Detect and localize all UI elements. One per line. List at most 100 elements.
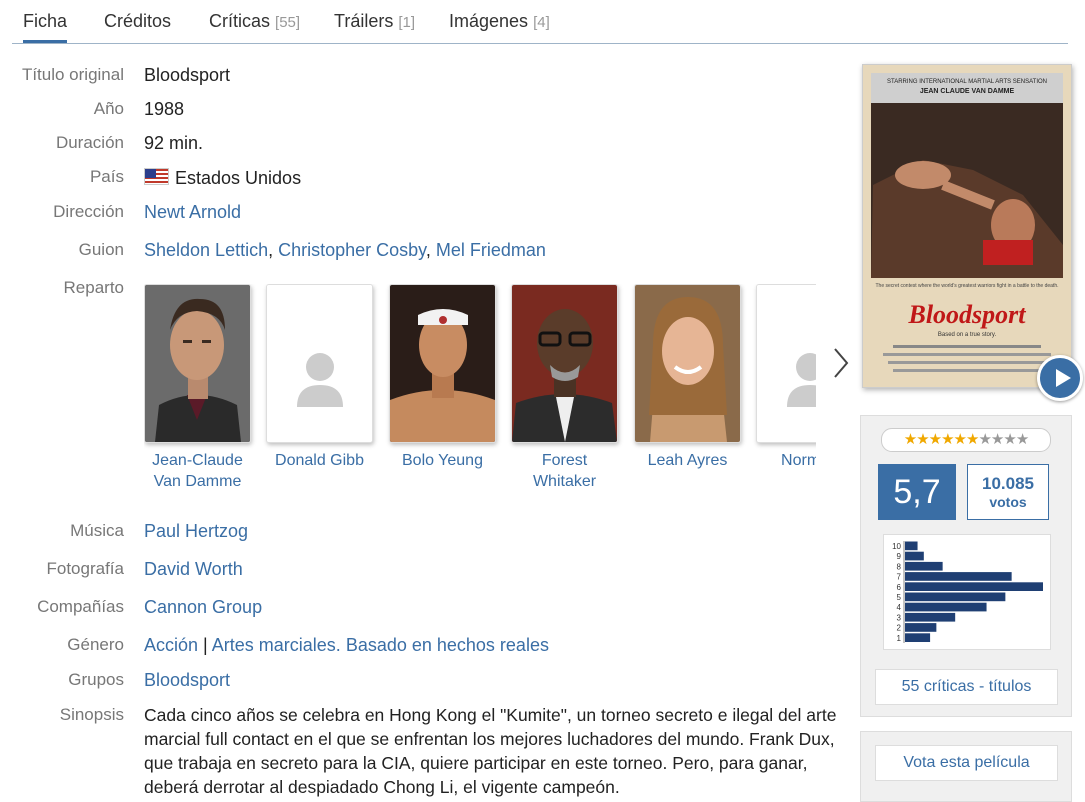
star-icon: ★ — [941, 431, 954, 448]
music-label: Música — [70, 521, 124, 540]
cast-photo[interactable] — [144, 284, 251, 443]
histogram-bar — [905, 561, 943, 571]
tab-creditos[interactable]: Créditos — [104, 11, 171, 32]
photography-link[interactable]: David Worth — [144, 559, 243, 579]
cast-member[interactable]: Forest Whitaker — [511, 284, 618, 492]
cast-name[interactable]: Whitaker — [511, 471, 618, 492]
year-label: Año — [93, 99, 124, 118]
tab-ficha[interactable]: Ficha — [23, 11, 68, 43]
cast-name[interactable]: Leah Ayres — [634, 450, 741, 471]
cast-photo[interactable] — [389, 284, 496, 443]
cast-photo[interactable] — [634, 284, 741, 443]
star-icon: ★ — [1015, 431, 1029, 448]
companies-label: Compañías — [37, 597, 124, 616]
svg-text:The secret contest where the w: The secret contest where the world's gre… — [876, 283, 1059, 289]
genre-link[interactable]: Artes marciales — [212, 635, 336, 655]
histogram-tick-label: 4 — [897, 603, 902, 612]
companies: Cannon Group — [144, 597, 262, 618]
cast-member[interactable]: Norman — [756, 284, 816, 471]
person-placeholder-icon — [757, 285, 816, 442]
cast-photo-placeholder[interactable] — [266, 284, 373, 443]
tab-count: [55] — [275, 14, 301, 31]
cast-member[interactable]: Bolo Yeung — [389, 284, 496, 471]
cast-name[interactable]: Van Damme — [144, 471, 251, 492]
histogram-bar — [905, 612, 956, 622]
rating-histogram: 10 9 8 7 6 5 4 3 2 1 — [883, 534, 1051, 650]
tab-criticas[interactable]: Críticas [55] — [209, 11, 300, 32]
movie-poster[interactable]: STARRING INTERNATIONAL MARTIAL ARTS SENS… — [862, 64, 1072, 388]
star-icon: ★ — [990, 431, 1004, 448]
star-icon: ★ — [928, 431, 942, 448]
cast-photo-placeholder[interactable] — [756, 284, 816, 443]
cast-label: Reparto — [63, 278, 124, 297]
cast-name[interactable]: Bolo Yeung — [389, 450, 496, 471]
tab-count: [4] — [533, 14, 550, 31]
writer-link[interactable]: Christopher Cosby — [278, 240, 426, 260]
duration: 92 min. — [144, 133, 204, 153]
svg-text:JEAN CLAUDE VAN DAMME: JEAN CLAUDE VAN DAMME — [920, 88, 1015, 95]
svg-text:STARRING INTERNATIONAL MARTIAL: STARRING INTERNATIONAL MARTIAL ARTS SENS… — [887, 79, 1047, 85]
country-label: País — [89, 167, 124, 186]
histogram-tick-label: 5 — [897, 593, 902, 602]
histogram-bar — [905, 551, 924, 561]
music: Paul Hertzog — [144, 521, 248, 542]
histogram-tick-label: 3 — [897, 613, 902, 622]
vote-button[interactable]: Vota esta película — [875, 745, 1058, 781]
groups: Bloodsport — [144, 670, 230, 691]
star-icon: ★ — [1003, 431, 1016, 448]
director-link[interactable]: Newt Arnold — [144, 202, 241, 222]
play-trailer-button[interactable] — [1037, 355, 1083, 401]
music-link[interactable]: Paul Hertzog — [144, 521, 248, 541]
original-title-label: Título original — [21, 65, 124, 84]
chevron-right-icon[interactable] — [829, 345, 853, 381]
person-placeholder-icon — [267, 285, 372, 442]
topic-link[interactable]: Basado en hechos reales — [346, 635, 549, 655]
writers: Sheldon Lettich, Christopher Cosby, Mel … — [144, 240, 546, 260]
vote-panel: Vota esta película — [860, 731, 1072, 802]
histogram-tick-label: 1 — [897, 634, 902, 643]
histogram-bar — [905, 541, 918, 551]
tab-imagenes[interactable]: Imágenes [4] — [449, 11, 550, 32]
cast-member[interactable]: Donald Gibb — [266, 284, 373, 471]
reviews-button[interactable]: 55 críticas - títulos — [875, 669, 1058, 705]
histogram-bar — [905, 592, 1006, 602]
country-name: Estados Unidos — [175, 168, 302, 188]
votes-number: 10.085 — [982, 474, 1034, 493]
histogram-bar — [905, 572, 1012, 581]
groups-label: Grupos — [68, 670, 124, 689]
histogram-bar — [905, 623, 937, 632]
histogram-tick-label: 10 — [892, 542, 901, 551]
cast-name[interactable]: Norman — [756, 450, 816, 471]
tab-bar: Ficha Créditos Críticas [55] Tráilers [1… — [12, 0, 1068, 44]
cast-name[interactable]: Forest — [511, 450, 618, 471]
group-link[interactable]: Bloodsport — [144, 670, 230, 690]
star-icon: ★ — [903, 431, 917, 448]
cast-member[interactable]: Jean-Claude Van Damme — [144, 284, 251, 492]
cast-name[interactable]: Jean-Claude — [144, 450, 251, 471]
tab-trailers[interactable]: Tráilers [1] — [334, 11, 415, 32]
original-title: Bloodsport — [144, 65, 231, 85]
rating-panel: ★★★★★★★★★★ 5,7 10.085 votos 10 9 8 7 6 5 4 3 2 1 … — [860, 415, 1072, 717]
vote-count: 10.085 votos — [967, 464, 1049, 520]
cast-member[interactable]: Leah Ayres — [634, 284, 741, 471]
average-rating: 5,7 — [878, 464, 956, 520]
histogram-tick-label: 2 — [897, 624, 902, 633]
histogram-bar — [905, 582, 1043, 591]
tab-count: [1] — [398, 14, 416, 31]
star-rating: ★★★★★★★★★★ — [881, 428, 1051, 452]
cast-name[interactable]: Donald Gibb — [266, 450, 373, 471]
writer-link[interactable]: Sheldon Lettich — [144, 240, 268, 260]
votes-label: votos — [989, 494, 1027, 510]
us-flag-icon — [144, 168, 169, 185]
photography-label: Fotografía — [46, 559, 125, 578]
year: 1988 — [144, 99, 185, 119]
synopsis: Cada cinco años se celebra en Hong Kong … — [144, 705, 837, 797]
genre-link[interactable]: Acción — [144, 635, 198, 655]
histogram-tick-label: 8 — [897, 562, 902, 571]
writer-link[interactable]: Mel Friedman — [436, 240, 546, 260]
genre-label: Género — [67, 635, 124, 654]
cast-photo[interactable] — [511, 284, 618, 443]
director-label: Dirección — [53, 202, 124, 221]
histogram-bar — [905, 633, 931, 642]
company-link[interactable]: Cannon Group — [144, 597, 262, 617]
